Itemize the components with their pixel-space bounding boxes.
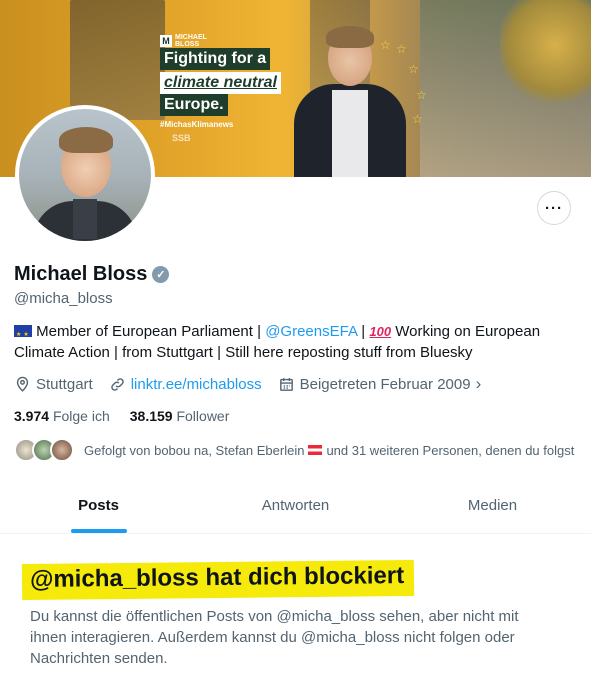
austria-flag-icon — [308, 445, 323, 455]
bio-text: Member of European Parliament | — [32, 323, 266, 340]
star-icon: ☆ — [412, 112, 423, 126]
more-button[interactable]: ··· — [537, 191, 571, 225]
eu-flag-icon — [14, 325, 32, 346]
profile-website[interactable]: linktr.ee/michabloss — [109, 376, 262, 393]
calendar-icon — [279, 377, 293, 391]
ad-monogram: M — [160, 35, 172, 47]
bio-text: | — [357, 323, 370, 340]
followers-link[interactable]: 38.159 Follower — [130, 408, 230, 424]
ad-hashtag: #MichasKlimanews — [160, 120, 234, 129]
star-icon: ☆ — [396, 42, 407, 56]
profile-tabs: Posts Antworten Medien — [0, 478, 591, 534]
location-text: Stuttgart — [36, 375, 93, 393]
tab-posts[interactable]: Posts — [0, 478, 197, 533]
following-label: Folge ich — [52, 408, 110, 424]
followed-by-text-2: und 31 weiteren Personen, denen du folgs… — [326, 442, 575, 458]
banner-tree — [500, 0, 591, 110]
followed-by[interactable]: Gefolgt von bobou na, Stefan Eberlein un… — [14, 438, 574, 462]
ad-headline-1: Fighting for a — [160, 48, 271, 70]
banner-bus-window — [70, 0, 165, 120]
verified-badge-icon[interactable]: ✓ — [152, 266, 170, 283]
ad-brand: MICHAEL BLOSS — [175, 34, 207, 48]
followed-by-avatars — [14, 438, 74, 462]
blocked-title: @micha_bloss hat dich blockiert — [21, 559, 415, 601]
joined-text: Beigetreten Februar 2009 — [299, 375, 471, 393]
following-link[interactable]: 3.974 Folge ich — [14, 408, 110, 424]
profile-handle: @micha_bloss — [14, 290, 113, 307]
website-link[interactable]: linktr.ee/michabloss — [131, 376, 262, 393]
avatar — [50, 438, 74, 462]
hundred-points-icon: 100 — [369, 324, 392, 339]
location-pin-icon — [16, 376, 29, 392]
profile-name-row: Michael Bloss ✓ — [14, 263, 170, 286]
ad-bus-text: SSB — [172, 133, 191, 143]
chevron-right-icon[interactable]: › — [476, 374, 482, 394]
follow-counts: 3.974 Folge ich 38.159 Follower — [14, 408, 229, 424]
profile-name: Michael Bloss — [14, 263, 148, 285]
followers-label: Follower — [176, 408, 230, 424]
star-icon: ☆ — [380, 38, 391, 52]
star-icon: ☆ — [416, 88, 427, 102]
bio-mention-link[interactable]: @GreensEFA — [265, 323, 357, 340]
profile-meta: Stuttgart linktr.ee/michabloss Beigetret… — [14, 374, 497, 394]
star-icon: ☆ — [408, 62, 419, 76]
blocked-description: Du kannst die öffentlichen Posts von @mi… — [30, 608, 519, 667]
ad-headline-2: climate neutral — [160, 72, 281, 94]
ad-headline-3: Europe. — [160, 94, 228, 116]
profile-bio: Member of European Parliament | @GreensE… — [14, 321, 574, 363]
profile-joined: Beigetreten Februar 2009 › — [278, 374, 482, 394]
more-icon: ··· — [545, 199, 563, 217]
avatar-photo — [19, 109, 151, 241]
followers-count: 38.159 — [129, 408, 173, 424]
followed-by-text: Gefolgt von bobou na, Stefan Eberlein — [84, 442, 305, 458]
profile-location: Stuttgart — [14, 376, 93, 393]
profile-avatar[interactable] — [15, 105, 155, 245]
tab-medien[interactable]: Medien — [394, 478, 591, 533]
link-icon — [110, 377, 124, 391]
tab-antworten[interactable]: Antworten — [197, 478, 394, 533]
following-count: 3.974 — [14, 408, 50, 424]
ad-logo: M MICHAEL BLOSS — [160, 34, 207, 48]
